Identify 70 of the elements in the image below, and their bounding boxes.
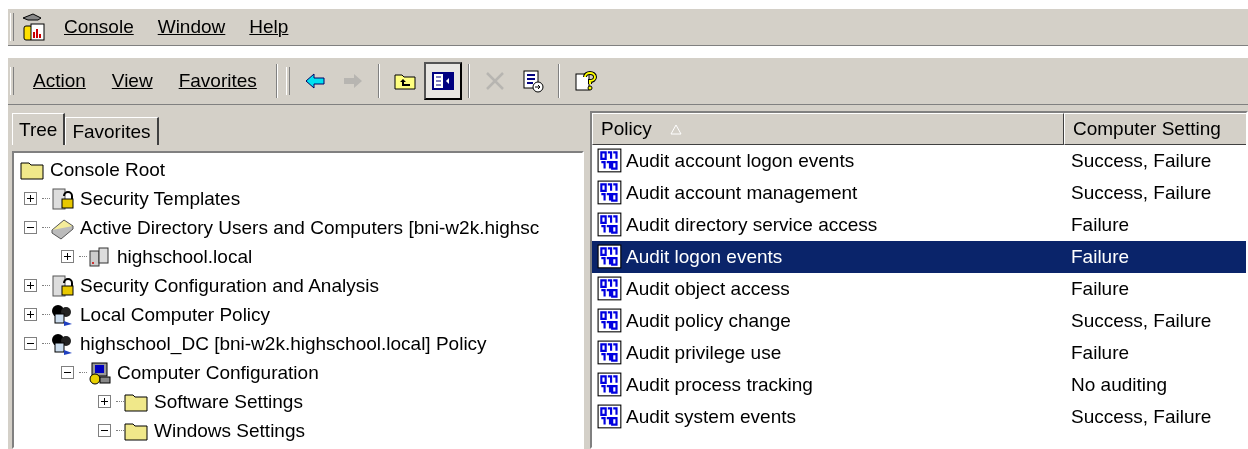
column-header[interactable]: Policy — [592, 113, 1064, 145]
tree-item[interactable]: Computer Configuration — [115, 361, 321, 384]
menu-item[interactable]: View — [98, 70, 166, 92]
collapse-toggle[interactable] — [24, 221, 37, 234]
tree-item[interactable]: Console Root — [48, 158, 168, 181]
tree-item[interactable]: Software Settings — [152, 390, 305, 413]
setting-value: Failure — [1070, 246, 1130, 268]
setting-value: Success, Failure — [1070, 182, 1212, 204]
binary-document-icon — [596, 244, 624, 270]
binary-document-icon — [596, 276, 624, 302]
expand-toggle[interactable] — [24, 192, 37, 205]
menu-item[interactable]: Favorites — [165, 70, 270, 92]
binary-document-icon — [596, 404, 624, 430]
column-title: Computer Setting — [1073, 118, 1221, 140]
pane-icon — [430, 69, 455, 93]
policy-name: Audit policy change — [626, 310, 791, 332]
tree-item[interactable]: highschool_DC [bni-w2k.highschool.local] Policy — [78, 332, 489, 355]
binary-document-icon — [596, 180, 624, 206]
policy-name: Audit privilege use — [626, 342, 782, 364]
setting-value: Success, Failure — [1070, 310, 1212, 332]
export-list-icon — [520, 69, 545, 93]
help-icon — [572, 69, 597, 93]
policy-name: Audit account management — [626, 182, 858, 204]
console-icon — [20, 12, 46, 42]
setting-value: Failure — [1070, 342, 1130, 364]
expand-toggle[interactable] — [24, 308, 37, 321]
servers-icon — [87, 244, 111, 269]
binary-document-icon — [596, 308, 624, 334]
menu-item[interactable]: Action — [20, 70, 99, 92]
policy-name: Audit system events — [626, 406, 797, 428]
setting-value: Success, Failure — [1070, 406, 1212, 428]
tree-item[interactable]: Security Templates — [78, 187, 243, 210]
policy-name: Audit directory service access — [626, 214, 878, 236]
tree-item[interactable]: Windows Settings — [152, 419, 307, 442]
policy-name: Audit account logon events — [626, 150, 855, 172]
tree-item[interactable]: Local Computer Policy — [78, 303, 273, 326]
setting-value: Failure — [1070, 214, 1130, 236]
users-computer-icon — [50, 331, 74, 356]
setting-value: No auditing — [1070, 374, 1168, 396]
list-row[interactable]: Audit logon events Failure — [592, 241, 1246, 273]
users-computer-icon — [50, 302, 74, 327]
collapse-toggle[interactable] — [24, 337, 37, 350]
policy-name: Audit object access — [626, 278, 790, 300]
tree-item[interactable]: Security Configuration and Analysis — [78, 274, 381, 297]
binary-document-icon — [596, 372, 624, 398]
collapse-toggle[interactable] — [98, 424, 111, 437]
setting-value: Failure — [1070, 278, 1130, 300]
column-title: Policy — [601, 118, 652, 140]
policy-name: Audit process tracking — [626, 374, 813, 396]
binary-document-icon — [596, 340, 624, 366]
pane-tab[interactable]: Tree — [12, 113, 66, 145]
menu-item[interactable]: Console — [52, 16, 146, 38]
expand-toggle[interactable] — [24, 279, 37, 292]
pane-tab[interactable]: Favorites — [65, 117, 159, 145]
setting-value: Success, Failure — [1070, 150, 1212, 172]
binary-document-icon — [596, 212, 624, 238]
column-header[interactable]: Computer Setting — [1064, 113, 1246, 145]
menu-item[interactable]: Window — [145, 16, 238, 38]
tree-item[interactable]: Active Directory Users and Computers [bni-w2k.highsc — [78, 216, 542, 239]
binary-document-icon — [596, 148, 624, 174]
expand-toggle[interactable] — [98, 395, 111, 408]
collapse-toggle[interactable] — [61, 366, 74, 379]
server-lock-icon — [50, 273, 74, 298]
expand-toggle[interactable] — [61, 250, 74, 263]
menu-item[interactable]: Help — [237, 16, 301, 38]
computer-gear-icon — [87, 360, 111, 385]
toolbar-button[interactable] — [423, 62, 462, 100]
tree-item[interactable]: highschool.local — [115, 245, 255, 268]
policy-name: Audit logon events — [626, 246, 783, 268]
server-lock-icon — [50, 186, 74, 211]
